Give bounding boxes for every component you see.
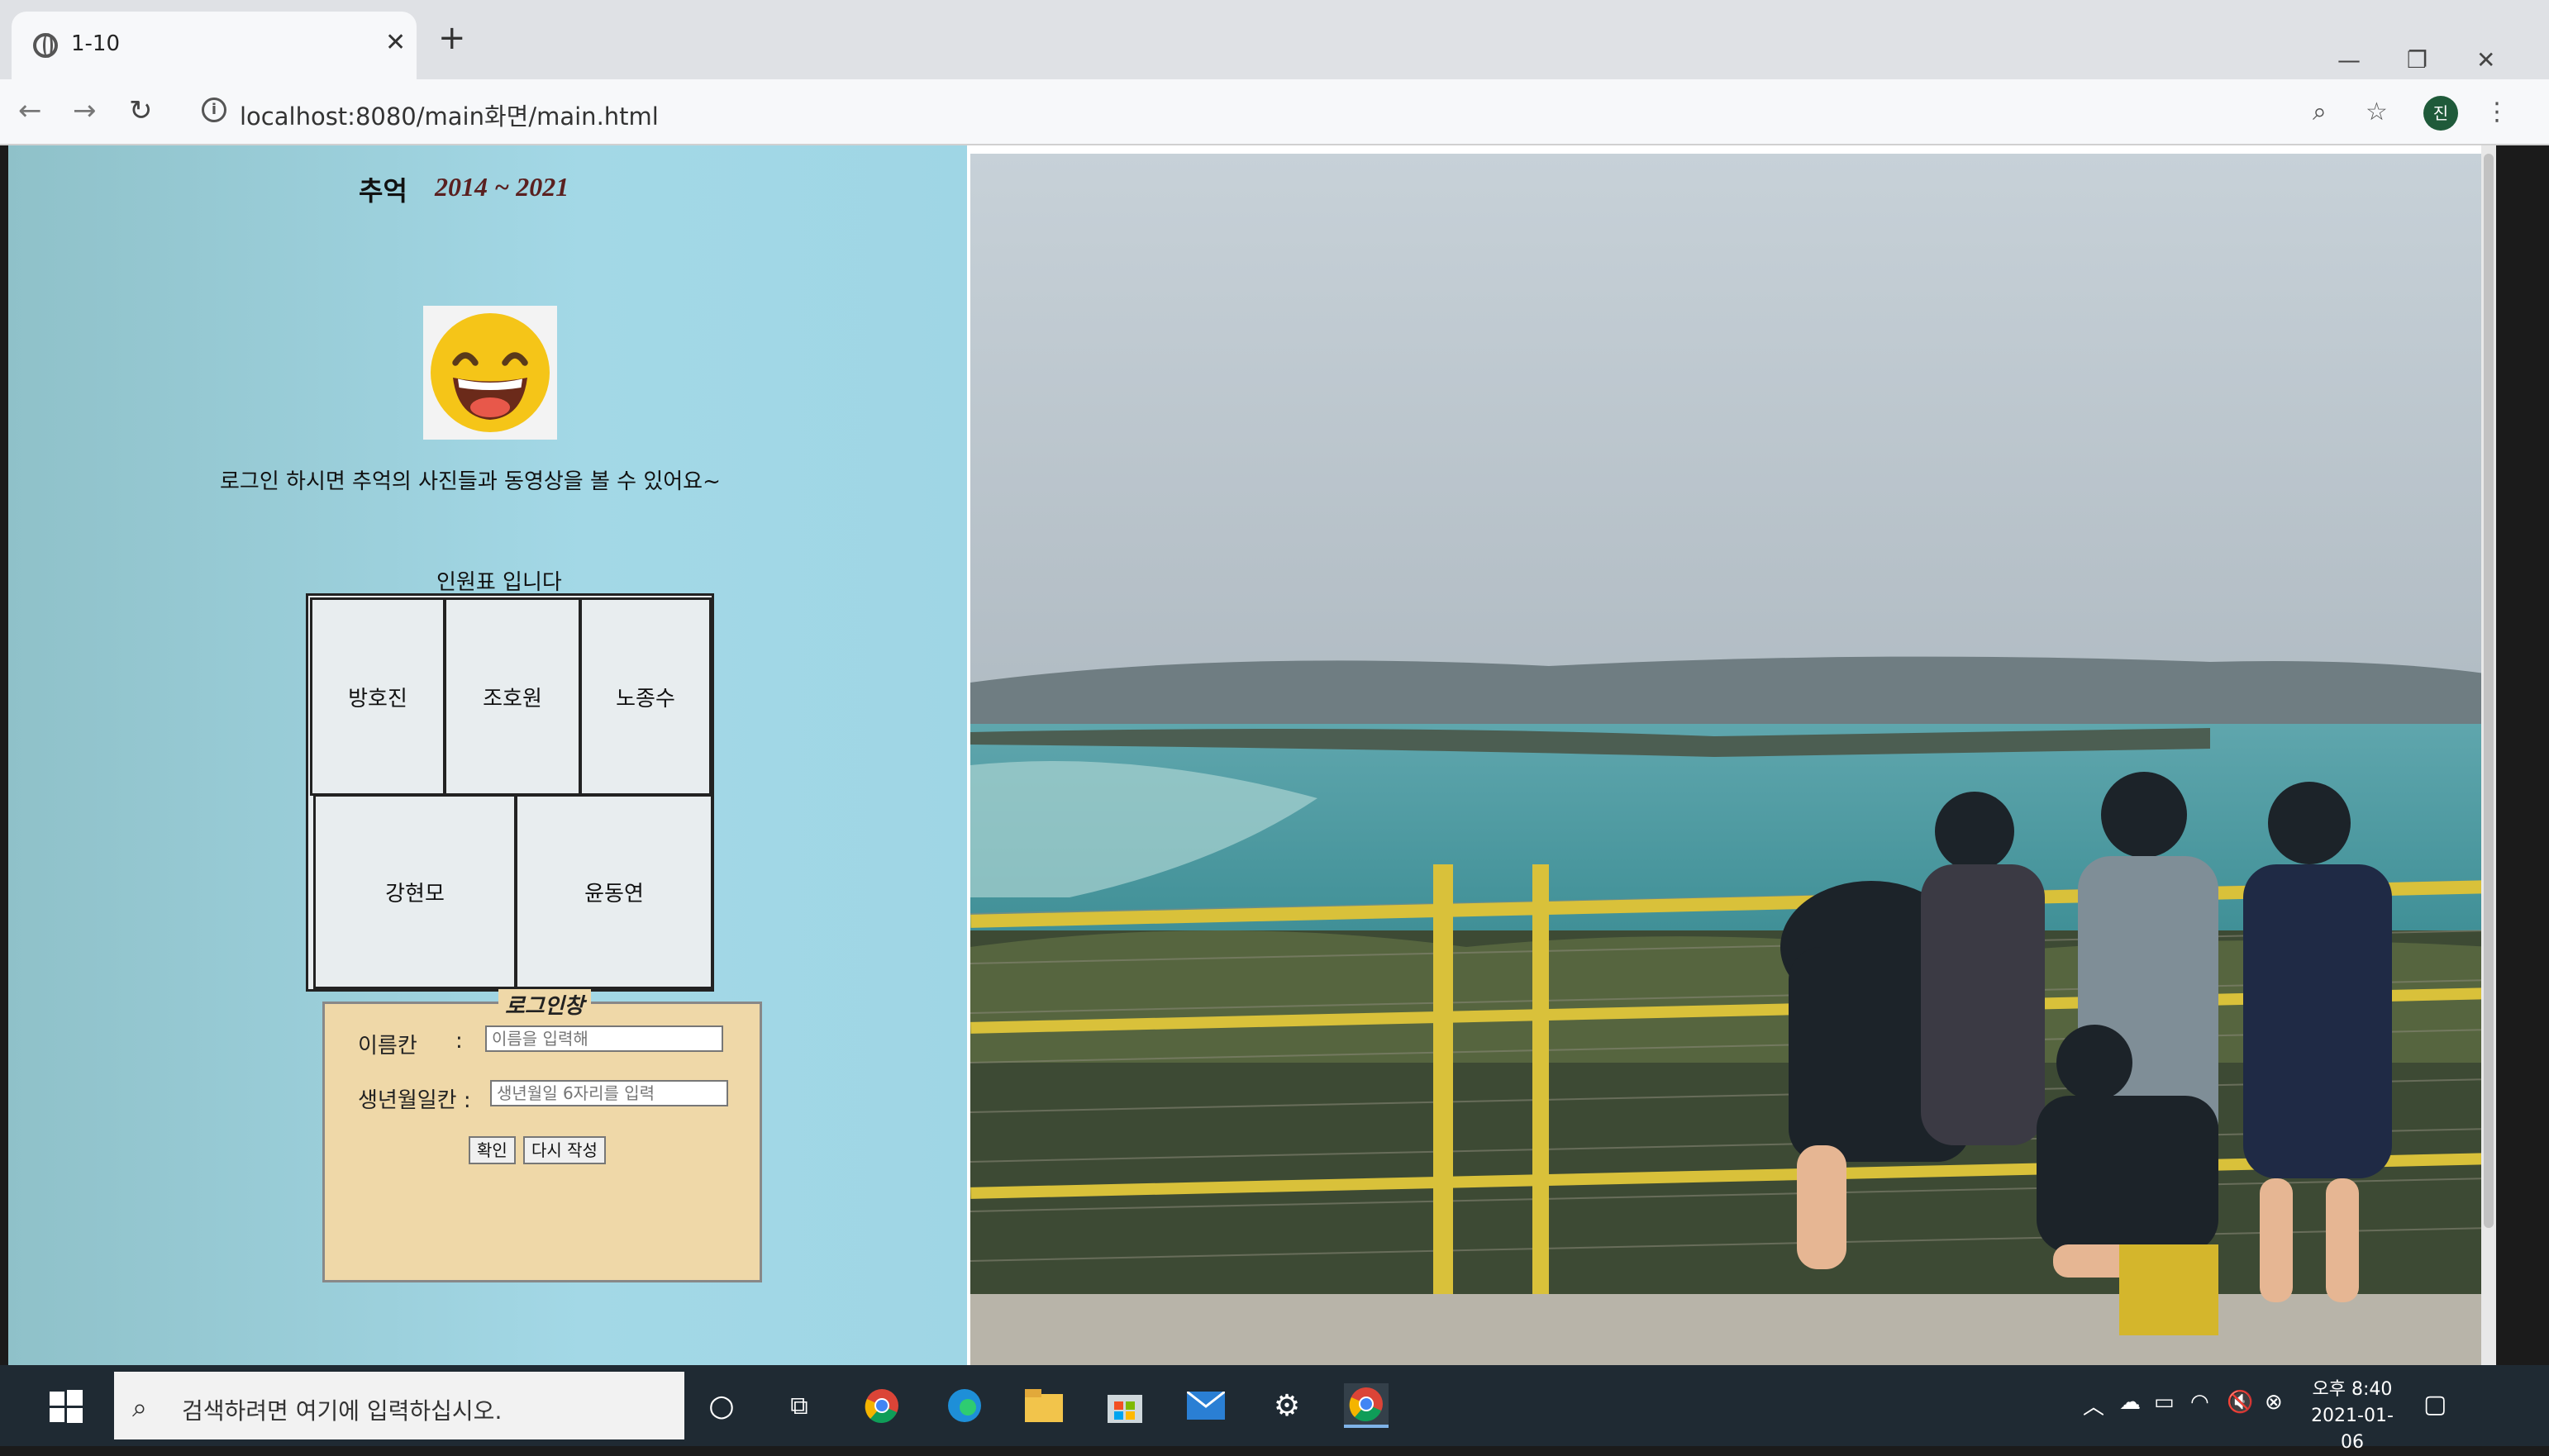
battery-icon[interactable]: ▭ [2154,1390,2175,1415]
profile-avatar[interactable]: 진 [2423,96,2458,131]
browser-toolbar: ← → ↻ i localhost:8080/main화면/main.html … [0,79,2549,145]
wifi-icon[interactable]: ◠ [2190,1390,2209,1415]
smiley-icon [431,313,550,432]
close-window-icon[interactable]: ✕ [2476,46,2495,74]
group-photo-illustration [970,154,2491,1365]
name-input[interactable] [485,1025,723,1052]
roster-caption: 인원표 입니다 [436,570,562,595]
back-icon[interactable]: ← [18,94,42,127]
roster-table: 방호진 조호원 노종수 강현모 윤동연 [306,593,714,992]
settings-gear-icon[interactable]: ⚙ [1265,1383,1309,1428]
roster-cell: 강현모 [313,794,517,989]
name-colon: : [455,1029,463,1054]
years-range: 2014 ~ 2021 [435,172,569,202]
close-tab-icon[interactable]: ✕ [385,28,406,57]
new-tab-button[interactable]: + [438,21,466,55]
birth-input[interactable] [490,1080,728,1106]
bookmark-star-icon[interactable]: ☆ [2366,98,2388,126]
task-view-icon[interactable]: ⧉ [777,1383,822,1428]
smiley-image [423,306,557,440]
roster-cell: 방호진 [310,597,445,796]
search-icon: ⌕ [132,1392,147,1423]
page-scrollbar[interactable] [2481,145,2496,1365]
tab-title: 1-10 [71,31,121,56]
login-legend: 로그인창 [498,989,591,1020]
clock-time: 오후 8:40 [2312,1379,2393,1400]
chrome-active-icon[interactable] [1344,1383,1389,1428]
taskbar: ⌕ 검색하려면 여기에 입력하십시오. ○ ⧉ ⚙ ︿ ☁ ▭ ◠ 🔇 ⊗ 오후… [0,1365,2549,1453]
clock-date: 2021-01-06 [2311,1406,2394,1453]
name-label: 이름칸 [358,1034,417,1059]
network-error-icon[interactable]: ⊗ [2265,1390,2283,1415]
cortana-icon[interactable]: ○ [699,1383,744,1428]
edge-icon[interactable] [942,1383,987,1428]
roster-cell: 윤동연 [515,794,713,989]
login-form: 로그인창 이름칸 : 생년월일칸 : 확인 다시 작성 [322,989,762,1282]
roster-cell: 노종수 [579,597,712,796]
restore-icon[interactable]: ❐ [2407,46,2428,74]
reload-icon[interactable]: ↻ [129,94,153,127]
tray-chevron-icon[interactable]: ︿ [2083,1390,2104,1420]
browser-tab[interactable]: 1-10 ✕ [12,12,417,79]
scrollbar-thumb[interactable] [2484,154,2494,1228]
zoom-icon[interactable]: ⌕ [2313,98,2327,126]
page-viewport: 추억 2014 ~ 2021 로그인 하시면 추억의 사진들과 동영상을 볼 수… [8,145,2496,1365]
menu-kebab-icon[interactable]: ⋮ [2485,98,2509,126]
volume-muted-icon[interactable]: 🔇 [2227,1390,2253,1415]
file-explorer-icon[interactable] [1022,1383,1066,1428]
intro-text: 로그인 하시면 추억의 사진들과 동영상을 볼 수 있어요~ [220,469,721,494]
store-icon[interactable] [1103,1383,1147,1428]
url-text[interactable]: localhost:8080/main화면/main.html [240,98,659,132]
reset-button[interactable]: 다시 작성 [523,1136,606,1164]
taskbar-search[interactable]: ⌕ 검색하려면 여기에 입력하십시오. [114,1372,684,1439]
notification-icon[interactable]: ▢ [2423,1390,2447,1419]
globe-icon [33,33,58,58]
confirm-button[interactable]: 확인 [469,1136,516,1164]
page-heading: 추억 [359,175,407,207]
browser-tab-bar: 1-10 ✕ + — ❐ ✕ [0,0,2549,79]
left-panel: 추억 2014 ~ 2021 로그인 하시면 추억의 사진들과 동영상을 볼 수… [8,145,967,1365]
chrome-icon[interactable] [860,1383,904,1428]
birth-label: 생년월일칸 : [358,1088,471,1113]
search-placeholder[interactable]: 검색하려면 여기에 입력하십시오. [182,1393,502,1426]
forward-icon[interactable]: → [73,94,97,127]
info-icon[interactable]: i [202,98,226,122]
mail-icon[interactable] [1184,1383,1228,1428]
taskbar-clock[interactable]: 오후 8:40 2021-01-06 [2303,1377,2402,1456]
minimize-icon[interactable]: — [2337,46,2361,74]
roster-cell: 조호원 [444,597,581,796]
group-photo [970,154,2491,1365]
windows-start-icon[interactable] [50,1390,83,1423]
onedrive-icon[interactable]: ☁ [2119,1390,2141,1415]
address-bar[interactable]: i localhost:8080/main화면/main.html [183,88,2299,136]
